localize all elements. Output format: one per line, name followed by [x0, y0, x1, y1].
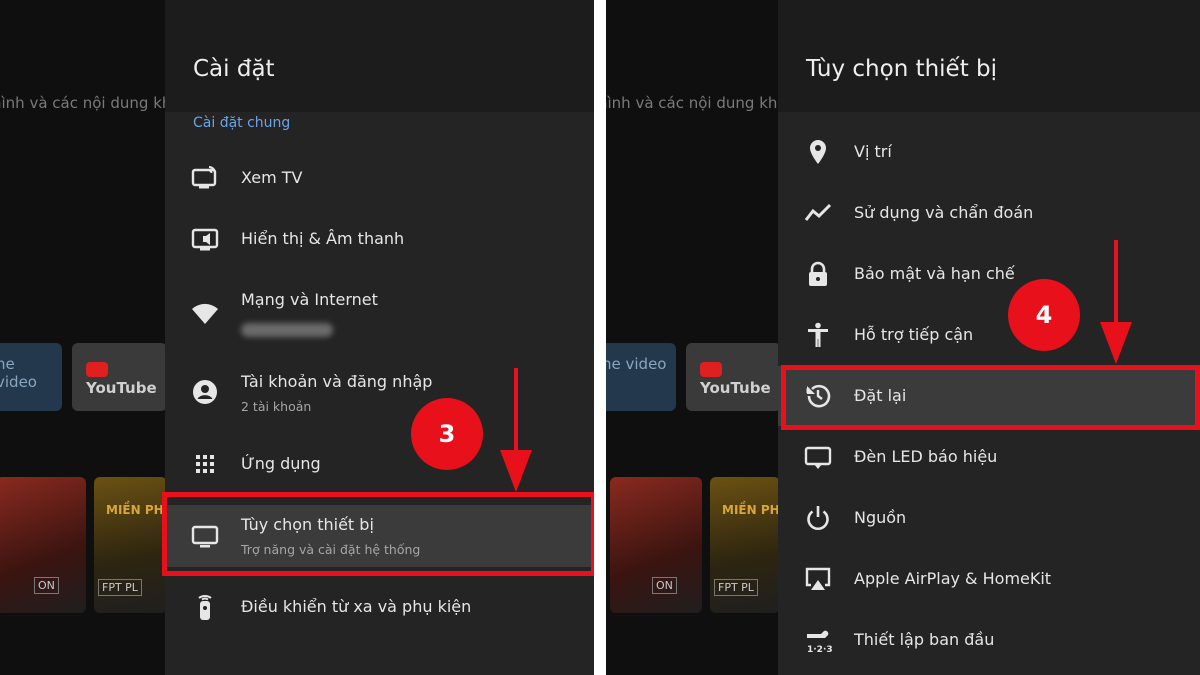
youtube-tile[interactable]: YouTube	[686, 343, 781, 411]
menu-item-label: Nguồn	[854, 508, 907, 527]
panel-header: Cài đặt	[165, 0, 594, 112]
menu-item-label: Điều khiển từ xa và phụ kiện	[241, 597, 472, 616]
highlight-box	[781, 365, 1200, 430]
menu-item-label: Mạng và Internet	[241, 290, 378, 309]
prime-video-tile[interactable]: ne video	[606, 343, 676, 411]
menu-item-airplay-homekit[interactable]: Apple AirPlay & HomeKit	[778, 549, 1200, 609]
airplay-icon	[804, 565, 832, 593]
step-badge: 3	[411, 398, 483, 470]
led-indicator-icon	[804, 443, 832, 471]
account-icon	[191, 378, 219, 406]
menu-item-label: Thiết lập ban đầu	[854, 630, 995, 649]
menu-item-label: Hỗ trợ tiếp cận	[854, 325, 974, 344]
menu-item-label: Bảo mật và hạn chế	[854, 264, 1015, 283]
poster-badge-on: ON	[652, 577, 677, 594]
youtube-tile[interactable]: YouTube	[72, 343, 167, 411]
prime-tile-label: ne video	[0, 355, 37, 391]
highlight-box	[162, 492, 594, 576]
lock-icon	[804, 260, 832, 288]
menu-item-label: Xem TV	[241, 168, 303, 187]
screenshot-right: hình và các nội dung kh ne video YouTube…	[606, 0, 1200, 675]
location-pin-icon	[804, 138, 832, 166]
wifi-icon	[191, 299, 219, 327]
background-text: hình và các nội dung kh	[0, 94, 172, 112]
menu-item-label: Đèn LED báo hiệu	[854, 447, 998, 466]
prime-tile-label: ne video	[606, 355, 667, 373]
network-name-blurred	[241, 323, 333, 337]
poster-title: MIỀN PH	[722, 503, 780, 517]
menu-item-label: Tài khoản và đăng nhập	[241, 372, 433, 391]
menu-item-power[interactable]: Nguồn	[778, 488, 1200, 548]
menu-item-initial-setup[interactable]: 1·2·3 Thiết lập ban đầu	[778, 610, 1200, 670]
poster-title: MIỀN PH	[106, 503, 164, 517]
youtube-logo-icon	[700, 362, 722, 377]
panel-header: Tùy chọn thiết bị	[778, 0, 1200, 112]
step-badge: 4	[1008, 279, 1080, 351]
device-preferences-panel: Tùy chọn thiết bị Vị trí Sử dụng và chẩn…	[778, 0, 1200, 675]
menu-item-remote-accessories[interactable]: Điều khiển từ xa và phụ kiện	[165, 577, 594, 637]
setup-123-icon: 1·2·3	[804, 626, 832, 654]
arrow-down-icon	[1100, 240, 1132, 364]
content-poster[interactable]: ON	[0, 477, 86, 613]
arrow-down-icon	[500, 368, 532, 492]
menu-item-label: Apple AirPlay & HomeKit	[854, 569, 1052, 588]
usage-chart-icon	[804, 199, 832, 227]
menu-item-network[interactable]: Mạng và Internet	[165, 282, 594, 344]
svg-text:1·2·3: 1·2·3	[807, 645, 832, 654]
prime-video-tile[interactable]: ne video	[0, 343, 62, 411]
section-label: Cài đặt chung	[193, 115, 291, 131]
poster-badge-on: ON	[34, 577, 59, 594]
poster-badge-fpt: FPT PL	[714, 579, 758, 596]
menu-item-accessibility[interactable]: Hỗ trợ tiếp cận	[778, 305, 1200, 365]
menu-item-led-indicator[interactable]: Đèn LED báo hiệu	[778, 427, 1200, 487]
menu-item-location[interactable]: Vị trí	[778, 122, 1200, 182]
power-icon	[804, 504, 832, 532]
menu-item-display-sound[interactable]: Hiển thị & Âm thanh	[165, 209, 594, 269]
accessibility-icon	[804, 321, 832, 349]
menu-item-watch-tv[interactable]: Xem TV	[165, 148, 594, 208]
content-poster[interactable]: MIỀN PH FPT PL	[94, 477, 167, 613]
page-title: Tùy chọn thiết bị	[806, 56, 998, 82]
content-poster[interactable]: MIỀN PH FPT PL	[710, 477, 780, 613]
menu-item-label: Vị trí	[854, 142, 892, 161]
menu-item-label: Hiển thị & Âm thanh	[241, 229, 405, 248]
menu-item-label: Ứng dụng	[241, 454, 321, 473]
page-title: Cài đặt	[193, 56, 275, 82]
remote-icon	[191, 593, 219, 621]
background-text: hình và các nội dung kh	[606, 94, 778, 112]
screenshot-left: hình và các nội dung kh ne video YouTube…	[0, 0, 594, 675]
content-poster[interactable]: ON	[610, 477, 702, 613]
apps-grid-icon	[191, 450, 219, 478]
menu-item-sublabel: 2 tài khoản	[241, 399, 312, 414]
menu-item-usage-diagnostics[interactable]: Sử dụng và chẩn đoán	[778, 183, 1200, 243]
youtube-logo-icon	[86, 362, 108, 377]
poster-badge-fpt: FPT PL	[98, 579, 142, 596]
menu-item-label: Sử dụng và chẩn đoán	[854, 203, 1034, 222]
tv-cast-icon	[191, 164, 219, 192]
youtube-tile-label: YouTube	[86, 379, 157, 397]
youtube-tile-label: YouTube	[700, 379, 771, 397]
menu-item-security-restrictions[interactable]: Bảo mật và hạn chế	[778, 244, 1200, 304]
display-sound-icon	[191, 225, 219, 253]
